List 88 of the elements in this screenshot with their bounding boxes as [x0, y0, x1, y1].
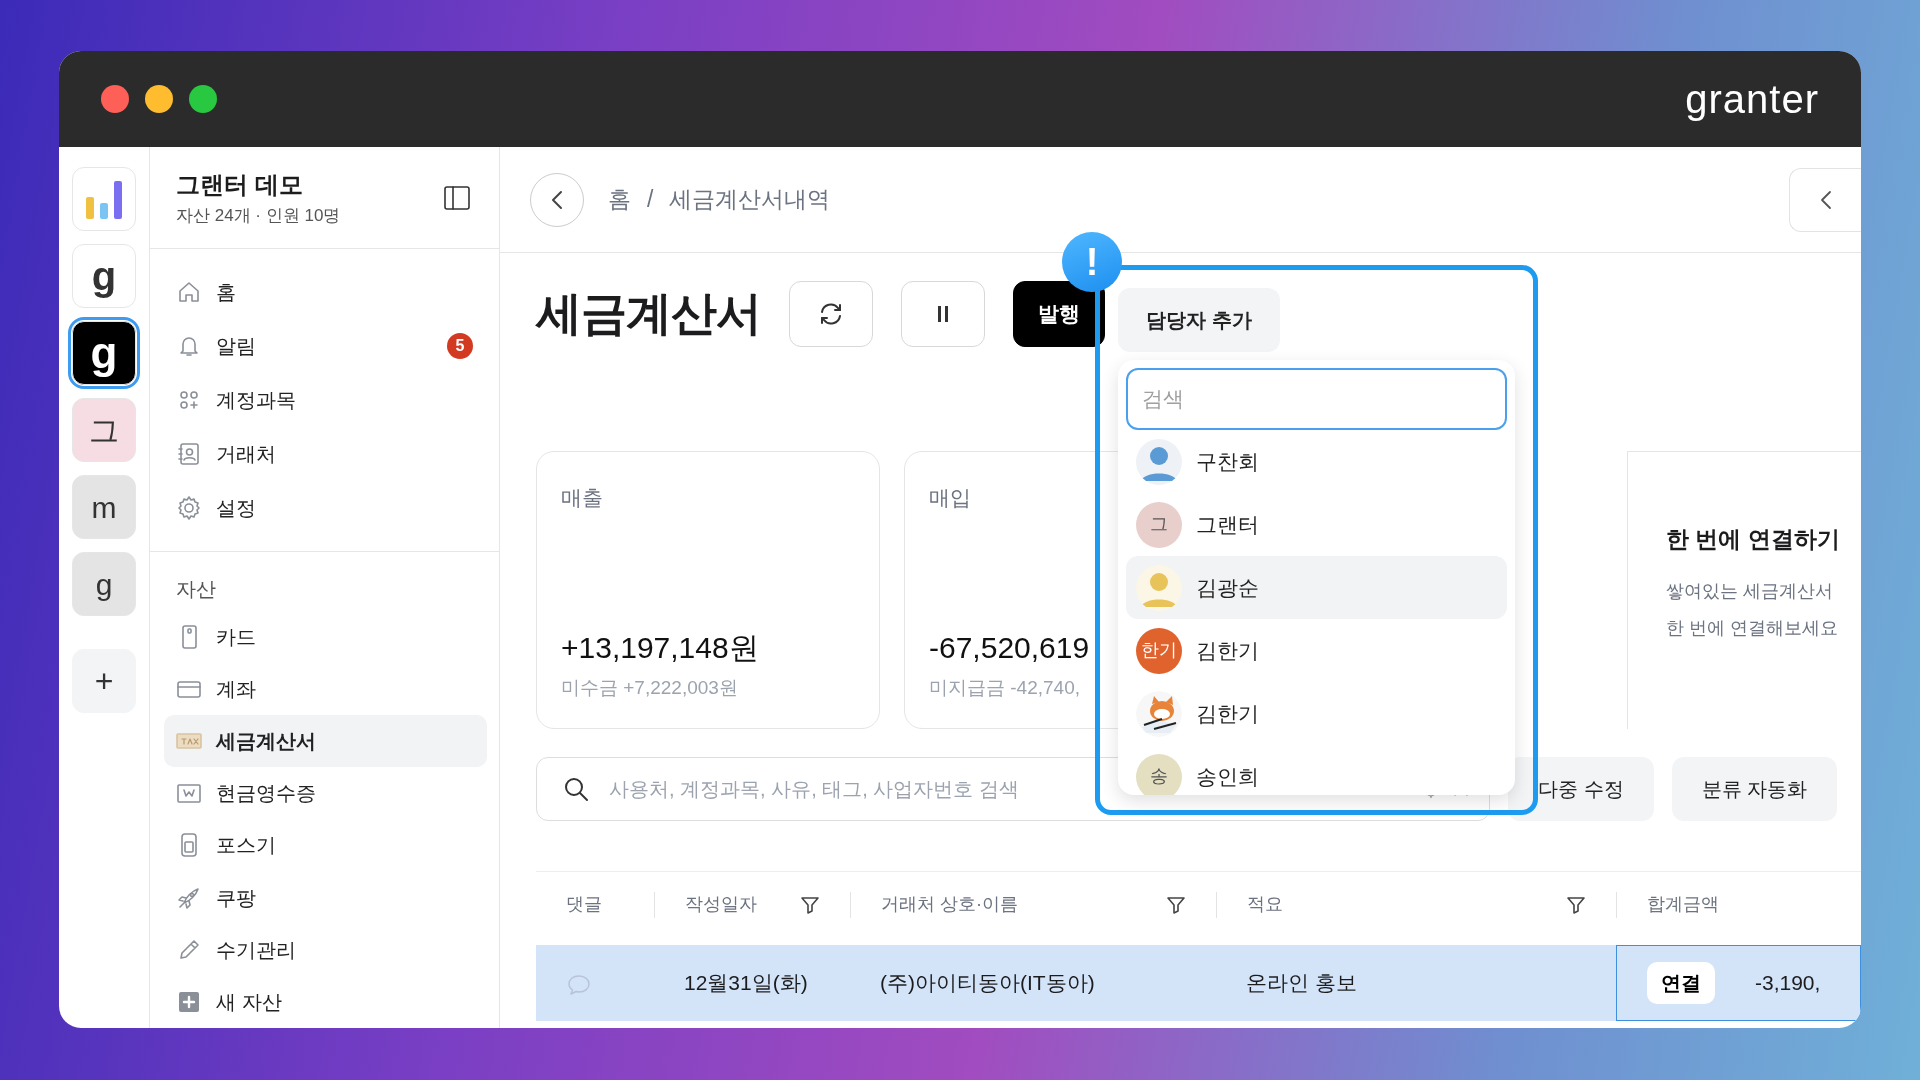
search-field[interactable]: 검색: [1126, 368, 1507, 430]
sidebar-item[interactable]: 쿠팡: [150, 871, 487, 924]
sidebar-item[interactable]: 수기관리: [150, 923, 487, 976]
person-name: 그랜터: [1196, 511, 1259, 538]
add-assignee-button[interactable]: 담당자 추가: [1118, 288, 1280, 352]
avatar: 그: [1136, 501, 1182, 548]
sidebar-item[interactable]: 새 자산: [150, 975, 487, 1028]
promo-text: 쌓여있는 세금계산서: [1666, 579, 1834, 603]
workspace-name: 그랜터 데모: [176, 170, 304, 200]
sidebar-item[interactable]: 현금영수증: [150, 767, 487, 820]
outstanding-text: 미지급금 -42,740,: [929, 675, 1081, 700]
person-name: 김한기: [1196, 637, 1259, 664]
breadcrumb-separator: /: [647, 185, 654, 215]
person-name: 구찬회: [1196, 448, 1259, 475]
table-cell-text: -3,190,: [1755, 970, 1821, 997]
person-option[interactable]: 구찬회: [1126, 430, 1507, 493]
filter-icon: [800, 894, 820, 915]
page-title: 세금계산서: [536, 286, 761, 342]
column-header: 합계금액: [1647, 893, 1719, 916]
window-control-button[interactable]: [101, 85, 129, 113]
sidebar-item[interactable]: 카드: [150, 610, 487, 663]
avatar: 한기: [1136, 627, 1182, 674]
sidebar-item[interactable]: 계좌: [150, 662, 487, 715]
person-option[interactable]: 김한기: [1126, 682, 1507, 745]
person-option[interactable]: 김광순: [1126, 556, 1507, 619]
sidebar-item[interactable]: 홈: [150, 265, 487, 320]
contact-card-icon: [176, 441, 202, 468]
app-logo: granter: [1685, 76, 1819, 123]
person-name: 김광순: [1196, 574, 1259, 601]
section-heading: 자산: [175, 577, 217, 603]
outstanding-text: 미수금 +7,222,003원: [561, 675, 739, 700]
person-option[interactable]: 그 그랜터: [1126, 493, 1507, 556]
table-cell-text: 온라인 홍보: [1245, 970, 1358, 997]
column-header: 적요: [1247, 893, 1283, 916]
filter-button[interactable]: [800, 894, 820, 915]
issue-button[interactable]: 발행: [1013, 281, 1105, 347]
column-header: 거래처 상호·이름: [881, 893, 1018, 916]
column-header: 작성일자: [685, 893, 757, 916]
amount-text: -67,520,619: [929, 629, 1090, 666]
filter-icon: [1566, 894, 1586, 915]
sidebar-toggle-button[interactable]: [443, 184, 471, 211]
action-button[interactable]: 다중 수정: [1508, 757, 1654, 821]
workspace-summary: 자산 24개 · 인원 10명: [176, 205, 341, 227]
amount-text: +13,197,148원: [561, 629, 759, 666]
workspace-button[interactable]: g: [72, 244, 136, 308]
person-name: 김한기: [1196, 700, 1259, 727]
search-icon: [563, 776, 589, 802]
workspace-button[interactable]: 그: [72, 398, 136, 462]
action-button[interactable]: 분류 자동화: [1671, 757, 1838, 821]
chevron-left-icon: [1819, 188, 1832, 211]
breadcrumb-link[interactable]: 홈: [608, 182, 631, 217]
person-option[interactable]: 한기 김한기: [1126, 619, 1507, 682]
add-workspace-button[interactable]: +: [72, 649, 136, 713]
sidebar-item[interactable]: 포스기: [150, 819, 487, 872]
workspace-button[interactable]: g: [72, 552, 136, 616]
column-header: 댓글: [566, 893, 602, 916]
window-control-button[interactable]: [189, 85, 217, 113]
sidebar-item[interactable]: 알림 5: [150, 319, 487, 374]
alert-badge: !: [1062, 232, 1122, 292]
card-label: 매출: [561, 485, 604, 511]
breadcrumb-link[interactable]: 세금계산서내역: [669, 182, 831, 217]
table-cell-text: 12월31일(화): [683, 970, 809, 997]
window-control-button[interactable]: [145, 85, 173, 113]
sidebar-item[interactable]: 계정과목: [150, 373, 487, 428]
filter-button[interactable]: [1566, 894, 1586, 915]
comment-icon: [566, 972, 592, 997]
filter-icon: [1166, 894, 1186, 915]
sidebar-item[interactable]: 거래처: [150, 427, 487, 482]
chevron-left-icon: [550, 188, 564, 211]
workspace-button[interactable]: [72, 167, 136, 231]
refresh-icon: [818, 301, 844, 327]
promo-text: 한 번에 연결해보세요: [1666, 617, 1839, 641]
refresh-button[interactable]: [789, 281, 873, 347]
sidebar-item[interactable]: 설정: [150, 481, 487, 536]
filter-button[interactable]: [1166, 894, 1186, 915]
sidebar-icon: [443, 184, 471, 211]
workspace-button[interactable]: m: [72, 475, 136, 539]
table-cell-text: (주)아이티동아(IT동아): [879, 970, 1096, 997]
sidebar-item[interactable]: 세금계산서: [164, 714, 487, 768]
promo-title: 한 번에 연결하기: [1666, 525, 1841, 554]
connect-button[interactable]: 연결: [1647, 962, 1715, 1004]
pause-icon: [937, 305, 949, 323]
avatar: 송: [1136, 753, 1182, 795]
person-name: 송인희: [1196, 763, 1259, 790]
table-row[interactable]: 12월31일(화) (주)아이티동아(IT동아) 온라인 홍보 연결 -3,190,: [536, 945, 1861, 1021]
count-badge: 5: [447, 333, 473, 360]
settings-icon: [176, 495, 202, 522]
card-label: 매입: [929, 485, 972, 511]
